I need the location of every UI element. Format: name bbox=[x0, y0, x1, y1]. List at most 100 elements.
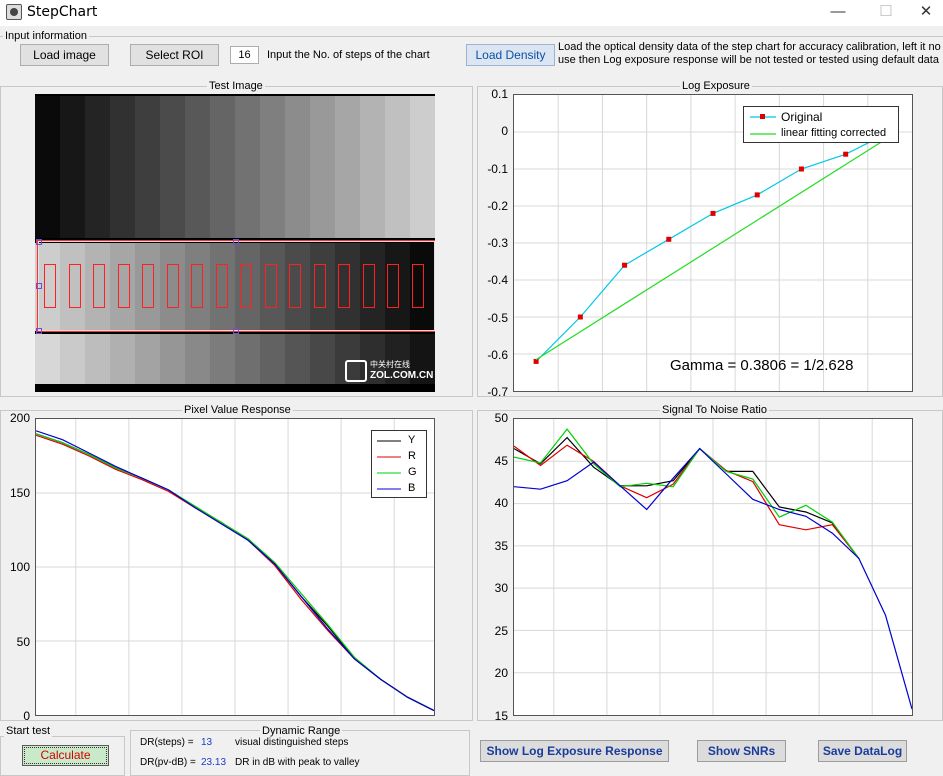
pixel-response-title: Pixel Value Response bbox=[182, 404, 293, 416]
pixel-response-legend: Y R G B bbox=[371, 430, 427, 498]
close-icon[interactable]: ✕ bbox=[911, 2, 941, 22]
density-note-line1: Load the optical density data of the ste… bbox=[558, 41, 941, 53]
data-point bbox=[710, 210, 716, 216]
data-point bbox=[577, 314, 583, 320]
step-patch bbox=[60, 334, 85, 384]
start-test-title: Start test bbox=[4, 725, 53, 737]
step-patch bbox=[385, 96, 410, 238]
legend-g: G bbox=[408, 466, 417, 478]
roi-cell bbox=[411, 264, 424, 308]
step-patch bbox=[110, 334, 135, 384]
dr-steps-value: 13 bbox=[201, 737, 213, 748]
roi-cells bbox=[35, 264, 435, 308]
y-tick-label: 50 bbox=[494, 411, 508, 425]
y-tick-label: 30 bbox=[494, 581, 508, 596]
step-patch bbox=[285, 334, 310, 384]
watermark-logo bbox=[345, 360, 367, 382]
roi-handle[interactable] bbox=[36, 239, 42, 245]
y-tick-label: -0.7 bbox=[487, 385, 508, 399]
step-patch bbox=[185, 334, 210, 384]
roi-cell bbox=[117, 264, 130, 308]
y-tick-label: -0.2 bbox=[487, 198, 508, 213]
watermark-text: ZOL.COM.CN bbox=[370, 370, 434, 381]
data-point bbox=[843, 151, 849, 157]
y-tick-label: 0 bbox=[23, 709, 30, 723]
save-datalog-button[interactable]: Save DataLog bbox=[818, 740, 907, 762]
step-patch bbox=[235, 96, 260, 238]
roi-cell bbox=[313, 264, 326, 308]
legend-fit: linear fitting corrected bbox=[781, 127, 887, 139]
roi-cell bbox=[44, 264, 56, 308]
roi-handle[interactable] bbox=[233, 239, 239, 245]
test-image-title: Test Image bbox=[207, 80, 265, 92]
watermark-text-cn: 中关村在线 bbox=[370, 360, 410, 369]
show-log-exposure-button[interactable]: Show Log Exposure Response bbox=[480, 740, 669, 762]
load-image-button[interactable]: Load image bbox=[20, 44, 109, 66]
log-exposure-title: Log Exposure bbox=[680, 80, 752, 92]
data-point bbox=[666, 236, 672, 242]
step-patch bbox=[360, 96, 385, 238]
roi-cell bbox=[240, 264, 252, 308]
roi-handle[interactable] bbox=[36, 328, 42, 334]
step-patch bbox=[160, 96, 185, 238]
dr-pv-desc: DR in dB with peak to valley bbox=[235, 757, 360, 768]
dr-steps-label: DR(steps) = bbox=[140, 737, 194, 748]
y-tick-label: 45 bbox=[494, 453, 508, 468]
roi-handle[interactable] bbox=[36, 283, 42, 289]
y-tick-label: 0.1 bbox=[491, 87, 508, 101]
gamma-annotation: Gamma = 0.3806 = 1/2.628 bbox=[670, 357, 854, 374]
step-patch bbox=[85, 334, 110, 384]
snr-chart bbox=[513, 419, 913, 715]
y-tick-label: 200 bbox=[9, 411, 30, 425]
y-tick-label: -0.6 bbox=[487, 347, 508, 362]
step-patch bbox=[410, 96, 435, 238]
step-patch bbox=[185, 96, 210, 238]
minimize-icon[interactable]: — bbox=[823, 2, 853, 22]
roi-cell bbox=[142, 264, 154, 308]
roi-cell bbox=[93, 264, 105, 308]
steps-label: Input the No. of steps of the chart bbox=[267, 49, 430, 61]
legend-r: R bbox=[408, 450, 416, 462]
step-patch bbox=[35, 96, 60, 238]
steps-input[interactable]: 16 bbox=[230, 46, 259, 64]
y-tick-label: -0.1 bbox=[487, 161, 508, 176]
calculate-button[interactable]: Calculate bbox=[22, 745, 109, 766]
step-patch bbox=[335, 96, 360, 238]
series-line-r bbox=[513, 444, 860, 559]
data-point bbox=[798, 166, 804, 172]
dynamic-range-title: Dynamic Range bbox=[260, 725, 343, 737]
roi-handle[interactable] bbox=[233, 328, 239, 334]
step-patch bbox=[135, 334, 160, 384]
step-patch bbox=[160, 334, 185, 384]
series-line-g bbox=[513, 428, 860, 559]
roi-cell bbox=[338, 264, 350, 308]
roi-cell bbox=[191, 264, 203, 308]
snr-plot bbox=[513, 418, 913, 716]
step-patch bbox=[260, 96, 285, 238]
y-tick-label: 25 bbox=[494, 623, 508, 638]
legend-marker-original bbox=[760, 114, 765, 119]
step-patch bbox=[60, 96, 85, 238]
step-patch bbox=[310, 96, 335, 238]
maximize-icon[interactable]: ☐ bbox=[871, 2, 901, 22]
y-tick-label: 20 bbox=[494, 666, 508, 681]
test-image[interactable]: 中关村在线 ZOL.COM.CN bbox=[35, 94, 435, 392]
input-info-title: Input information bbox=[3, 30, 89, 42]
select-roi-button[interactable]: Select ROI bbox=[130, 44, 219, 66]
roi-cell bbox=[289, 264, 301, 308]
step-patch bbox=[310, 334, 335, 384]
legend-original: Original bbox=[781, 110, 823, 124]
data-point bbox=[622, 262, 628, 268]
show-snrs-button[interactable]: Show SNRs bbox=[697, 740, 786, 762]
load-density-button[interactable]: Load Density bbox=[466, 44, 555, 66]
y-tick-label: 15 bbox=[494, 709, 508, 723]
series-line-y bbox=[513, 436, 860, 559]
log-exposure-legend: Original linear fitting corrected bbox=[743, 106, 899, 143]
step-patch bbox=[285, 96, 310, 238]
title-bar: StepChart — ☐ ✕ bbox=[0, 0, 943, 26]
legend-swatches bbox=[377, 440, 401, 490]
step-strip-top bbox=[35, 96, 435, 238]
density-note-line2: use then Log exposure response will be n… bbox=[558, 54, 939, 66]
step-patch bbox=[85, 96, 110, 238]
y-tick-label: 150 bbox=[9, 485, 30, 500]
